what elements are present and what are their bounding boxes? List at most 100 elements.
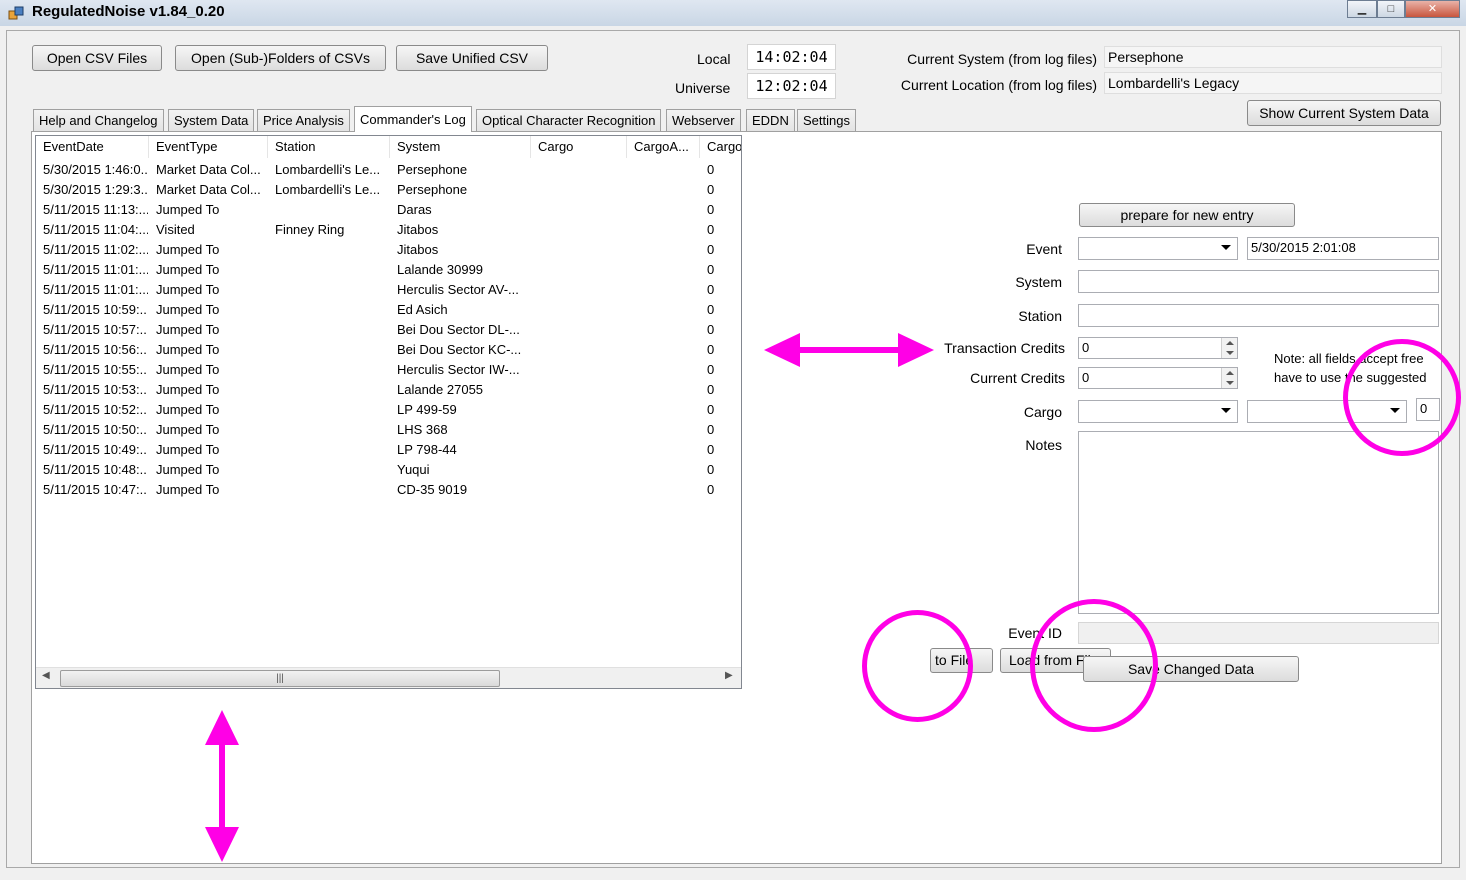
open-folders-button[interactable]: Open (Sub-)Folders of CSVs (175, 45, 386, 71)
table-cell: Lalande 30999 (397, 262, 484, 277)
scroll-left-icon[interactable]: ◀ (42, 670, 50, 681)
transaction-credits-input[interactable]: 0 (1078, 337, 1238, 359)
table-cell: 5/11/2015 10:47:... (43, 482, 148, 497)
spin-down-icon[interactable] (1226, 381, 1234, 385)
show-current-system-button[interactable]: Show Current System Data (1247, 100, 1441, 126)
cargo-dropdown[interactable] (1078, 400, 1238, 423)
close-button[interactable]: ✕ (1405, 0, 1460, 18)
station-input[interactable] (1078, 304, 1439, 327)
table-cell: LP 798-44 (397, 442, 457, 457)
column-header[interactable]: Station (268, 136, 390, 158)
tab-eddn[interactable]: EDDN (746, 109, 795, 131)
table-cell: Jumped To (156, 202, 220, 217)
tab-system-data[interactable]: System Data (168, 109, 255, 131)
table-cell: Market Data Col... (156, 162, 261, 177)
column-header[interactable]: Cargo (700, 136, 741, 158)
scroll-right-icon[interactable]: ▶ (725, 670, 733, 681)
save-unified-csv-button[interactable]: Save Unified CSV (396, 45, 548, 71)
minimize-button[interactable]: ▁ (1347, 0, 1377, 18)
table-row[interactable]: 5/11/2015 10:52:... Jumped To LP 499-59 0 (36, 400, 741, 420)
table-row[interactable]: 5/11/2015 10:56:... Jumped To Bei Dou Sect… (36, 340, 741, 360)
table-row[interactable]: 5/11/2015 11:04:... Visited Finney Ring Jit… (36, 220, 741, 240)
table-cell: 0 (707, 482, 715, 497)
cargo-amount-input[interactable]: 0 (1416, 398, 1440, 421)
commanders-log-table[interactable]: EventDate EventType Station System Cargo Carg… (35, 135, 742, 689)
table-row[interactable]: 5/11/2015 10:59:... Jumped To Ed Asich 0 (36, 300, 741, 320)
table-cell: 0 (707, 402, 715, 417)
column-header[interactable]: Cargo (531, 136, 627, 158)
table-cell: Jumped To (156, 442, 220, 457)
tab-price-analysis[interactable]: Price Analysis (257, 109, 350, 131)
table-cell: Visited (156, 222, 195, 237)
system-input[interactable] (1078, 270, 1439, 293)
spin-up-icon[interactable] (1226, 341, 1234, 345)
table-cell: Lalande 27055 (397, 382, 484, 397)
event-label: Event (1026, 241, 1062, 257)
event-date-input[interactable]: 5/30/2015 2:01:08 (1247, 237, 1439, 260)
table-row[interactable]: 5/11/2015 11:13:... Jumped To Daras 0 (36, 200, 741, 220)
table-cell: 5/11/2015 10:50:... (43, 422, 148, 437)
title-bar[interactable]: RegulatedNoise v1.84_0.20 ▁ □ ✕ (0, 0, 1466, 26)
note-text: Note: all fields accept free have to use… (1274, 349, 1440, 389)
current-credits-input[interactable]: 0 (1078, 367, 1238, 389)
notes-label: Notes (1025, 437, 1062, 453)
current-credits-spinner[interactable] (1221, 368, 1237, 388)
note-line-1: Note: all fields accept free (1274, 351, 1424, 366)
column-header[interactable]: System (390, 136, 531, 158)
local-time: 14:02:04 (747, 44, 836, 70)
table-cell: 5/11/2015 11:02:... (43, 242, 148, 257)
tab-ocr[interactable]: Optical Character Recognition (476, 109, 662, 131)
table-cell: 0 (707, 322, 715, 337)
table-row[interactable]: 5/11/2015 10:47:... Jumped To CD-35 9019 0 (36, 480, 741, 500)
save-to-file-button[interactable]: to File (930, 648, 993, 673)
table-cell: 0 (707, 342, 715, 357)
table-cell: Jumped To (156, 242, 220, 257)
table-cell: 5/11/2015 11:01:... (43, 262, 148, 277)
transaction-credits-spinner[interactable] (1221, 338, 1237, 358)
table-cell: 0 (707, 202, 715, 217)
table-row[interactable]: 5/11/2015 11:02:... Jumped To Jitabos 0 (36, 240, 741, 260)
table-row[interactable]: 5/30/2015 1:29:3... Market Data Col... Lom… (36, 180, 741, 200)
table-row[interactable]: 5/11/2015 11:01:... Jumped To Herculis Sec… (36, 280, 741, 300)
table-row[interactable]: 5/11/2015 10:53:... Jumped To Lalande 2705… (36, 380, 741, 400)
table-row[interactable]: 5/11/2015 10:49:... Jumped To LP 798-44 0 (36, 440, 741, 460)
table-cell: Jumped To (156, 362, 220, 377)
table-cell: Jumped To (156, 382, 220, 397)
table-row[interactable]: 5/30/2015 1:46:0... Market Data Col... Lom… (36, 160, 741, 180)
table-cell: Jumped To (156, 402, 220, 417)
table-cell: 5/11/2015 10:48:... (43, 462, 148, 477)
save-changed-data-button[interactable]: Save Changed Data (1083, 656, 1299, 682)
event-id-value (1078, 622, 1439, 644)
tab-webserver[interactable]: Webserver (666, 109, 741, 131)
event-dropdown[interactable] (1078, 237, 1238, 260)
table-row[interactable]: 5/11/2015 10:55:... Jumped To Herculis Sec… (36, 360, 741, 380)
table-row[interactable]: 5/11/2015 10:50:... Jumped To LHS 368 0 (36, 420, 741, 440)
open-csv-files-button[interactable]: Open CSV Files (32, 45, 162, 71)
notes-textarea[interactable] (1078, 431, 1439, 614)
current-location-label: Current Location (from log files) (900, 77, 1097, 93)
tab-help-and-changelog[interactable]: Help and Changelog (33, 109, 164, 131)
scrollbar-thumb[interactable]: ||| (60, 670, 500, 687)
maximize-button[interactable]: □ (1377, 0, 1405, 18)
table-cell: Herculis Sector IW-... (397, 362, 520, 377)
cargo-action-dropdown[interactable] (1247, 400, 1407, 423)
table-cell: 0 (707, 182, 715, 197)
table-row[interactable]: 5/11/2015 10:57:... Jumped To Bei Dou Sect… (36, 320, 741, 340)
current-credits-label: Current Credits (970, 370, 1065, 386)
spin-down-icon[interactable] (1226, 351, 1234, 355)
tab-settings[interactable]: Settings (797, 109, 856, 131)
horizontal-scrollbar[interactable]: ◀ ||| ▶ (36, 667, 741, 688)
column-header[interactable]: EventType (149, 136, 268, 158)
table-cell: Jumped To (156, 322, 220, 337)
cargo-label: Cargo (1023, 404, 1062, 420)
column-header[interactable]: EventDate (36, 136, 149, 158)
column-header[interactable]: CargoA... (627, 136, 700, 158)
prepare-new-entry-button[interactable]: prepare for new entry (1079, 203, 1295, 227)
transaction-credits-label: Transaction Credits (944, 340, 1065, 356)
universe-time: 12:02:04 (747, 73, 836, 99)
table-cell: 0 (707, 422, 715, 437)
spin-up-icon[interactable] (1226, 371, 1234, 375)
table-row[interactable]: 5/11/2015 11:01:... Jumped To Lalande 3099… (36, 260, 741, 280)
tab-commanders-log[interactable]: Commander's Log (354, 106, 472, 132)
table-row[interactable]: 5/11/2015 10:48:... Jumped To Yuqui 0 (36, 460, 741, 480)
